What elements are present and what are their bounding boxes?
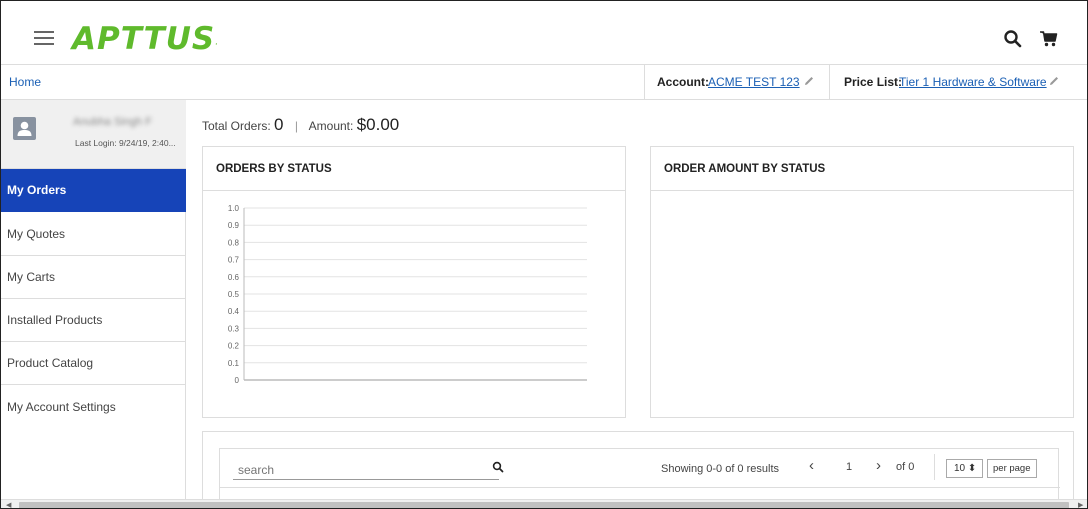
y-tick-label: 0.9 bbox=[228, 221, 240, 230]
pagination-divider bbox=[934, 454, 935, 480]
user-name: Anubha Singh F bbox=[73, 116, 152, 128]
y-tick-label: 0.6 bbox=[228, 273, 240, 282]
sidebar: Anubha Singh F Last Login: 9/24/19, 2:40… bbox=[1, 100, 186, 508]
sidebar-item-my-orders[interactable]: My Orders bbox=[1, 169, 186, 212]
sidebar-item-my-account-settings[interactable]: My Account Settings bbox=[1, 386, 186, 429]
avatar bbox=[13, 117, 36, 140]
sidebar-item-my-quotes[interactable]: My Quotes bbox=[1, 213, 186, 256]
results-count: Showing 0-0 of 0 results bbox=[661, 463, 780, 475]
sidebar-item-product-catalog[interactable]: Product Catalog bbox=[1, 342, 186, 385]
orders-table-card: Showing 0-0 of 0 results ‹ 1 › of 0 10 ⬍… bbox=[202, 431, 1074, 508]
apttus-logo[interactable]: APTTUS· bbox=[72, 21, 219, 57]
sidebar-item-my-carts[interactable]: My Carts bbox=[1, 256, 186, 299]
user-icon bbox=[17, 121, 32, 136]
header: APTTUS· bbox=[1, 1, 1087, 65]
orders-by-status-chart: 1.0 0.9 0.8 0.7 0.6 0.5 0.4 0.3 0.2 0.1 0 bbox=[228, 204, 587, 385]
card-title: ORDER AMOUNT BY STATUS bbox=[651, 147, 1073, 191]
y-tick-label: 0.5 bbox=[228, 290, 240, 299]
sidebar-item-installed-products[interactable]: Installed Products bbox=[1, 299, 186, 342]
edit-account-pencil-icon[interactable] bbox=[803, 75, 815, 87]
app-window: APTTUS· Home Account: ACME TEST 123 Pric… bbox=[0, 0, 1088, 509]
order-summary: Total Orders: 0 | Amount: $0.00 bbox=[202, 115, 399, 135]
current-page[interactable]: 1 bbox=[846, 461, 852, 473]
orders-by-status-card: ORDERS BY STATUS 1.0 0.9 0.8 0.7 0.6 0.5 0.4 0.… bbox=[202, 146, 626, 418]
search-icon[interactable] bbox=[1003, 29, 1023, 49]
cart-icon[interactable] bbox=[1039, 29, 1059, 49]
horizontal-scrollbar[interactable]: ◀ ▶ bbox=[1, 499, 1087, 508]
order-amount-by-status-card: ORDER AMOUNT BY STATUS bbox=[650, 146, 1074, 418]
page-total: of 0 bbox=[896, 461, 915, 473]
next-page-button[interactable]: › bbox=[876, 457, 881, 474]
price-list-label: Price List: bbox=[844, 75, 903, 89]
total-orders-value: 0 bbox=[274, 115, 284, 134]
last-login: Last Login: 9/24/19, 2:40... bbox=[75, 138, 176, 148]
hamburger-icon[interactable] bbox=[34, 31, 54, 45]
per-page-select[interactable]: 10 ⬍ bbox=[946, 459, 983, 478]
user-profile: Anubha Singh F Last Login: 9/24/19, 2:40… bbox=[1, 100, 186, 169]
price-list-link[interactable]: Tier 1 Hardware & Software bbox=[899, 75, 1047, 89]
context-bar: Home Account: ACME TEST 123 Price List: … bbox=[1, 65, 1087, 100]
amount-value: $0.00 bbox=[356, 115, 400, 134]
search-input[interactable] bbox=[233, 460, 473, 479]
card-title: ORDERS BY STATUS bbox=[203, 147, 625, 191]
y-tick-label: 0.1 bbox=[228, 359, 240, 368]
price-list-selector: Price List: Tier 1 Hardware & Software bbox=[829, 65, 1087, 100]
account-link[interactable]: ACME TEST 123 bbox=[708, 75, 800, 89]
per-page-label: per page bbox=[987, 459, 1037, 478]
scroll-left-arrow-icon[interactable]: ◀ bbox=[6, 502, 11, 508]
account-selector: Account: ACME TEST 123 bbox=[644, 65, 829, 100]
amount-label: Amount: bbox=[308, 119, 354, 133]
total-orders-label: Total Orders: bbox=[202, 119, 271, 133]
scrollbar-thumb[interactable] bbox=[19, 502, 1069, 508]
y-tick-label: 0.3 bbox=[228, 324, 240, 333]
search-box bbox=[233, 460, 499, 480]
y-tick-label: 0.2 bbox=[228, 342, 240, 351]
y-tick-label: 0 bbox=[235, 376, 240, 385]
account-label: Account: bbox=[657, 75, 709, 89]
prev-page-button[interactable]: ‹ bbox=[809, 457, 814, 474]
edit-price-list-pencil-icon[interactable] bbox=[1048, 75, 1060, 87]
table-header-divider bbox=[220, 487, 1060, 488]
y-tick-label: 1.0 bbox=[228, 204, 240, 213]
search-icon[interactable] bbox=[492, 461, 504, 473]
breadcrumb-home[interactable]: Home bbox=[9, 75, 41, 89]
summary-separator: | bbox=[294, 119, 298, 133]
y-tick-label: 0.4 bbox=[228, 307, 240, 316]
scroll-right-arrow-icon[interactable]: ▶ bbox=[1078, 502, 1083, 508]
y-tick-label: 0.7 bbox=[228, 256, 240, 265]
y-tick-label: 0.8 bbox=[228, 238, 240, 247]
